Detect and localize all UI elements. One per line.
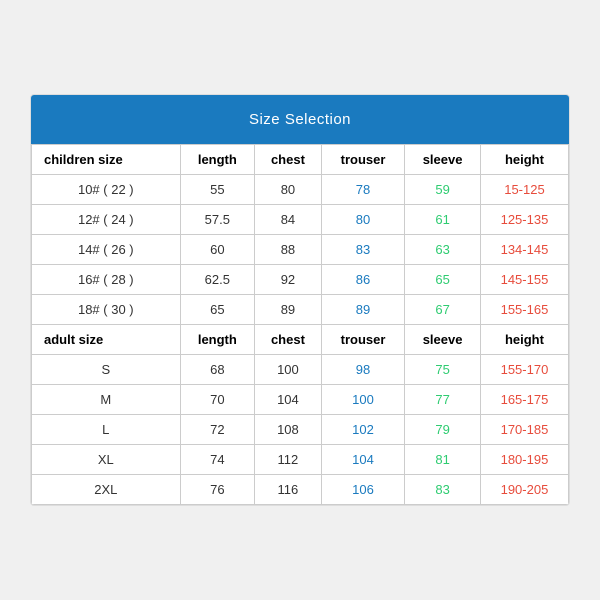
child-row-2-col-0: 14# ( 26 ) [32,235,181,265]
adult-row-0-col-0: S [32,355,181,385]
child-row-4-col-0: 18# ( 30 ) [32,295,181,325]
child-row-1-col-5: 125-135 [480,205,568,235]
child-row-3-col-4: 65 [405,265,481,295]
adult-row-3-col-4: 81 [405,445,481,475]
children-header-col-2: chest [255,145,322,175]
child-row-0-col-0: 10# ( 22 ) [32,175,181,205]
adult-row-2-col-0: L [32,415,181,445]
adult-row-0-col-3: 98 [321,355,404,385]
table-row: 18# ( 30 )65898967155-165 [32,295,569,325]
adult-header-col-3: trouser [321,325,404,355]
children-header-col-4: sleeve [405,145,481,175]
adult-header-col-1: length [180,325,254,355]
adult-row-4-col-0: 2XL [32,475,181,505]
adult-row-3-col-1: 74 [180,445,254,475]
children-header-col-1: length [180,145,254,175]
child-row-0-col-2: 80 [255,175,322,205]
table-row: XL7411210481180-195 [32,445,569,475]
adult-row-4-col-5: 190-205 [480,475,568,505]
table-row: 16# ( 28 )62.5928665145-155 [32,265,569,295]
child-row-4-col-1: 65 [180,295,254,325]
adult-row-2-col-4: 79 [405,415,481,445]
child-row-1-col-4: 61 [405,205,481,235]
adult-header-col-5: height [480,325,568,355]
size-selection-card: Size Selection children sizelengthchestt… [30,94,570,506]
adult-row-1-col-2: 104 [255,385,322,415]
child-row-2-col-4: 63 [405,235,481,265]
child-row-3-col-2: 92 [255,265,322,295]
table-row: S681009875155-170 [32,355,569,385]
adult-row-1-col-4: 77 [405,385,481,415]
adult-row-3-col-0: XL [32,445,181,475]
child-row-4-col-3: 89 [321,295,404,325]
adult-row-0-col-1: 68 [180,355,254,385]
adult-row-0-col-2: 100 [255,355,322,385]
adult-row-2-col-3: 102 [321,415,404,445]
child-row-0-col-1: 55 [180,175,254,205]
table-row: M7010410077165-175 [32,385,569,415]
table-row: 10# ( 22 )5580785915-125 [32,175,569,205]
child-row-1-col-3: 80 [321,205,404,235]
child-row-1-col-2: 84 [255,205,322,235]
adult-row-1-col-0: M [32,385,181,415]
adult-row-3-col-2: 112 [255,445,322,475]
child-row-2-col-1: 60 [180,235,254,265]
child-row-4-col-5: 155-165 [480,295,568,325]
children-header-col-3: trouser [321,145,404,175]
adult-row-4-col-4: 83 [405,475,481,505]
child-row-4-col-4: 67 [405,295,481,325]
adult-row-4-col-3: 106 [321,475,404,505]
adult-row-2-col-1: 72 [180,415,254,445]
adult-header-col-0: adult size [32,325,181,355]
adult-row-1-col-5: 165-175 [480,385,568,415]
adult-row-0-col-5: 155-170 [480,355,568,385]
table-row: 14# ( 26 )60888363134-145 [32,235,569,265]
child-row-3-col-0: 16# ( 28 ) [32,265,181,295]
child-row-3-col-1: 62.5 [180,265,254,295]
adult-header-col-2: chest [255,325,322,355]
title-text: Size Selection [249,111,351,128]
child-row-1-col-0: 12# ( 24 ) [32,205,181,235]
adult-row-1-col-3: 100 [321,385,404,415]
size-table: children sizelengthchesttrousersleevehei… [31,144,569,505]
table-row: L7210810279170-185 [32,415,569,445]
adult-row-2-col-2: 108 [255,415,322,445]
child-row-3-col-3: 86 [321,265,404,295]
table-row: 2XL7611610683190-205 [32,475,569,505]
adult-row-3-col-5: 180-195 [480,445,568,475]
child-row-0-col-4: 59 [405,175,481,205]
child-row-0-col-3: 78 [321,175,404,205]
adult-header-col-4: sleeve [405,325,481,355]
child-row-1-col-1: 57.5 [180,205,254,235]
child-row-2-col-3: 83 [321,235,404,265]
adult-row-2-col-5: 170-185 [480,415,568,445]
adult-row-1-col-1: 70 [180,385,254,415]
children-header-col-5: height [480,145,568,175]
adult-row-4-col-1: 76 [180,475,254,505]
table-row: 12# ( 24 )57.5848061125-135 [32,205,569,235]
card-title: Size Selection [31,95,569,144]
child-row-0-col-5: 15-125 [480,175,568,205]
children-header-col-0: children size [32,145,181,175]
adult-row-3-col-3: 104 [321,445,404,475]
child-row-2-col-5: 134-145 [480,235,568,265]
child-row-3-col-5: 145-155 [480,265,568,295]
child-row-4-col-2: 89 [255,295,322,325]
child-row-2-col-2: 88 [255,235,322,265]
adult-row-4-col-2: 116 [255,475,322,505]
adult-row-0-col-4: 75 [405,355,481,385]
